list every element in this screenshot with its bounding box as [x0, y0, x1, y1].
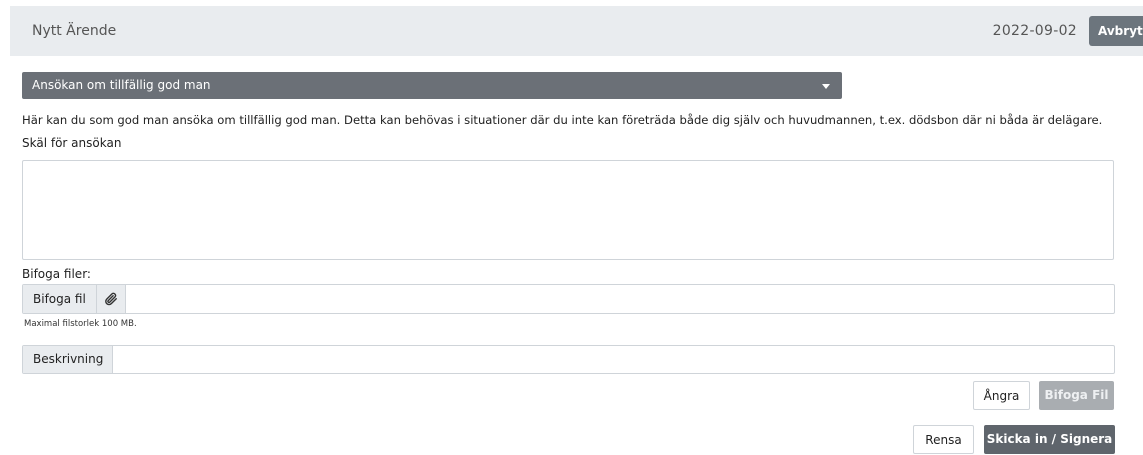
page-header: Nytt Ärende 2022-09-02 Avbryt	[10, 6, 1143, 56]
submit-sign-button[interactable]: Skicka in / Signera	[984, 425, 1115, 454]
form-description: Här kan du som god man ansöka om tillfäl…	[22, 113, 1103, 127]
cancel-button[interactable]: Avbryt	[1089, 16, 1143, 46]
file-description-label: Beskrivning	[23, 346, 113, 373]
caret-down-icon	[822, 84, 830, 89]
clear-button[interactable]: Rensa	[913, 425, 974, 454]
reason-label: Skäl för ansökan	[22, 136, 122, 150]
attach-files-label: Bifoga filer:	[22, 267, 91, 281]
reason-textarea[interactable]	[22, 160, 1114, 260]
application-type-select[interactable]: Ansökan om tillfällig god man	[22, 72, 842, 99]
file-input-group: Bifoga fil	[22, 284, 1115, 314]
attach-file-button[interactable]: Bifoga fil	[23, 285, 97, 313]
application-type-value: Ansökan om tillfällig god man	[32, 78, 211, 92]
case-date: 2022-09-02	[992, 23, 1077, 39]
undo-button[interactable]: Ångra	[973, 381, 1030, 410]
paperclip-icon[interactable]	[97, 285, 126, 313]
file-description-group: Beskrivning	[22, 345, 1115, 374]
attach-file-submit-button[interactable]: Bifoga Fil	[1039, 381, 1114, 410]
page-title: Nytt Ärende	[32, 23, 117, 39]
file-size-hint: Maximal filstorlek 100 MB.	[24, 319, 137, 329]
